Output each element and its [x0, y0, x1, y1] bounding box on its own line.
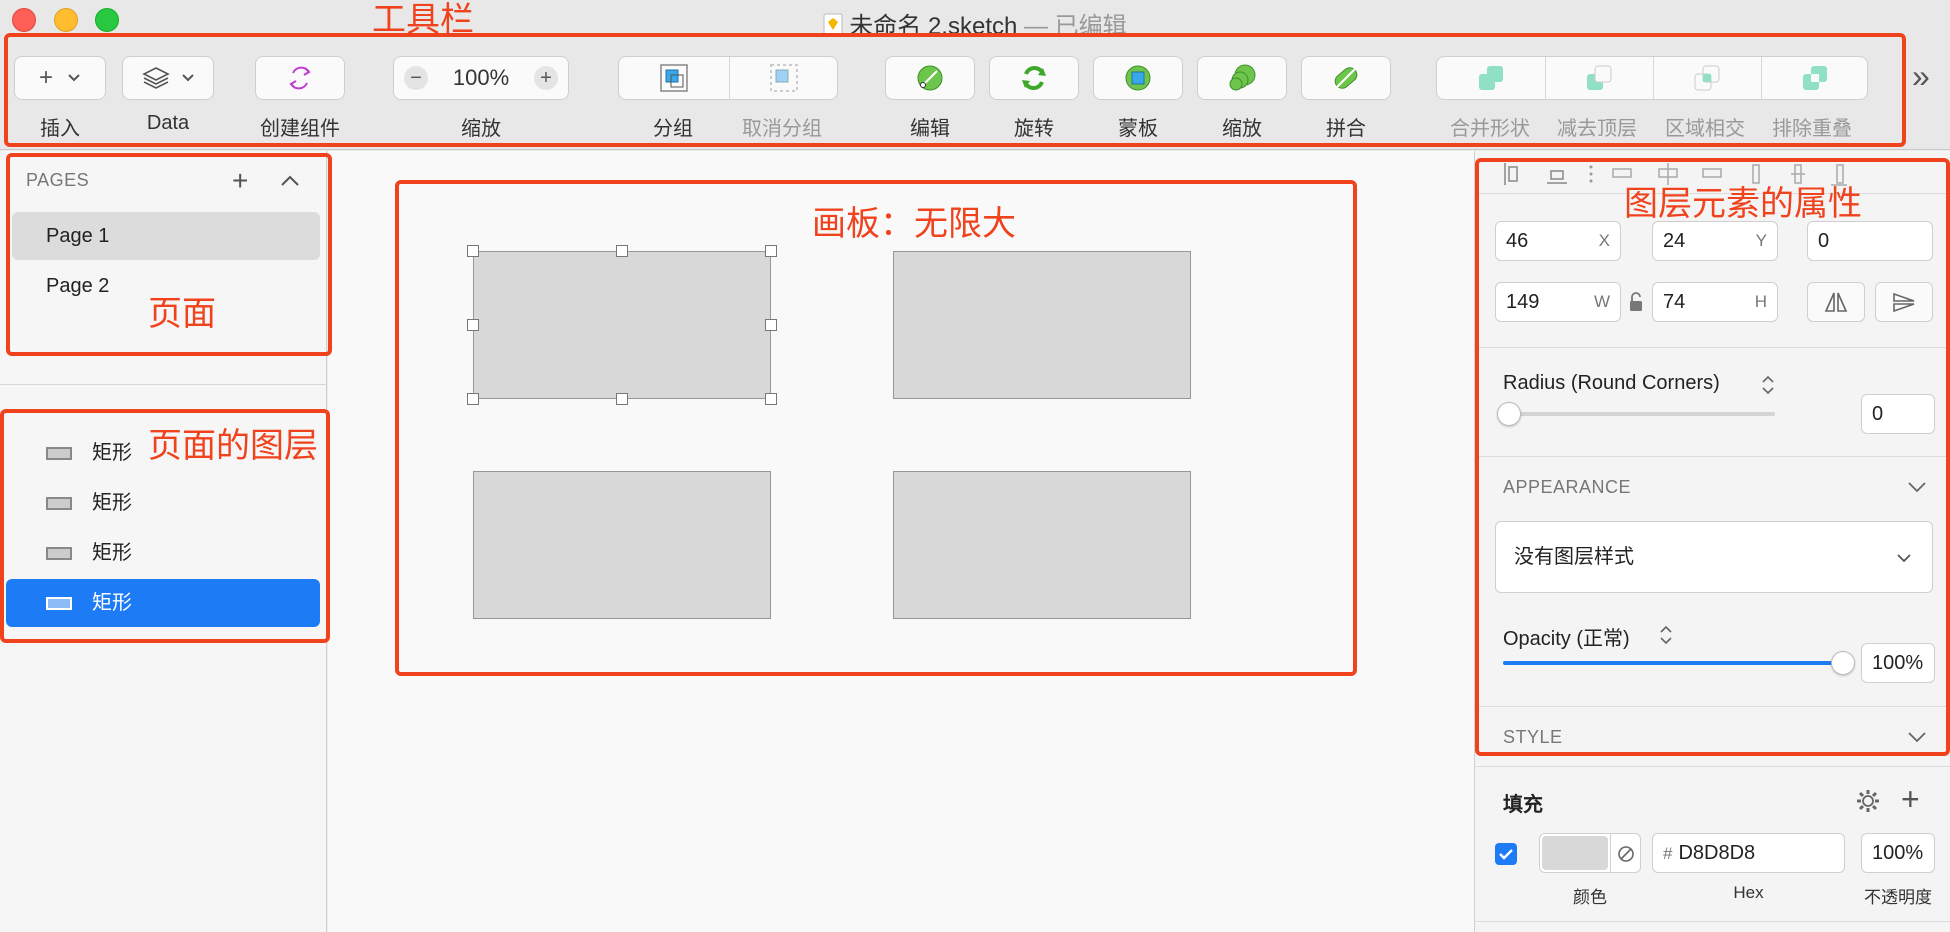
- layers-annotation-label: 页面的图层: [148, 427, 318, 465]
- fill-hex-caption: Hex: [1733, 883, 1764, 902]
- panel-divider: [1475, 921, 1950, 922]
- color-picker-icon: [1618, 846, 1634, 862]
- fill-hex-field[interactable]: # D8D8D8: [1652, 833, 1845, 873]
- fill-color-swatch: [1542, 836, 1608, 870]
- fill-color-well[interactable]: [1539, 833, 1641, 873]
- swatch-divider: [1610, 834, 1611, 872]
- pages-annotation-label: 页面: [148, 295, 216, 333]
- fill-hex-value: D8D8D8: [1678, 842, 1756, 864]
- hex-hash: #: [1663, 844, 1673, 863]
- canvas-annotation-label: 画板：无限大: [812, 205, 1016, 243]
- inspector-annotation-label: 图层元素的属性: [1624, 185, 1862, 223]
- gear-icon[interactable]: [1855, 788, 1881, 814]
- fill-opacity-field[interactable]: 100%: [1861, 833, 1935, 873]
- fill-color-caption: 颜色: [1573, 888, 1607, 907]
- canvas-annotation-box: [395, 180, 1357, 676]
- add-fill-button[interactable]: +: [1901, 781, 1920, 818]
- checkmark-icon: [1499, 849, 1513, 860]
- fill-enabled-checkbox[interactable]: [1495, 843, 1517, 865]
- fill-label: 填充: [1503, 794, 1543, 816]
- fill-opacity-caption: 不透明度: [1864, 888, 1932, 907]
- inspector-annotation-box: [1475, 158, 1950, 756]
- fill-opacity-value: 100%: [1872, 842, 1924, 864]
- panel-divider: [1475, 766, 1950, 767]
- toolbar-annotation-label: 工具栏: [372, 1, 474, 39]
- toolbar-annotation-box: [4, 33, 1906, 147]
- toolbar-overflow-button[interactable]: »: [1912, 58, 1930, 95]
- panel-divider: [0, 384, 327, 385]
